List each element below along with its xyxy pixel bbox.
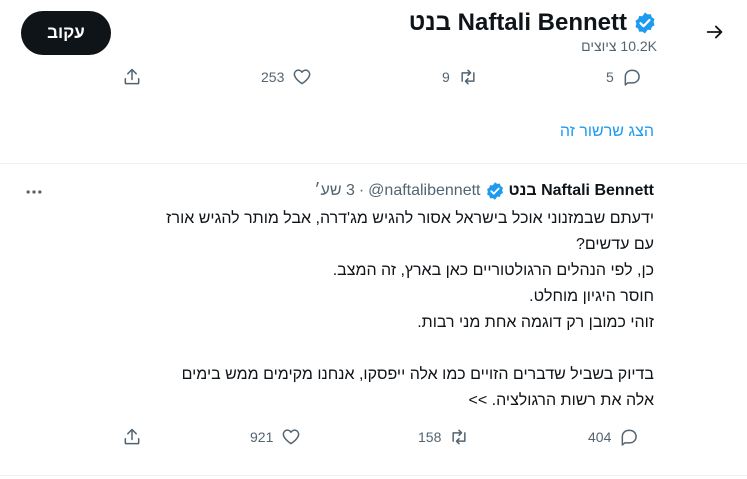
tweet-author-name[interactable]: Naftali Bennett בנט <box>509 182 655 200</box>
share-icon <box>124 428 140 445</box>
share-button[interactable] <box>122 65 142 89</box>
verified-badge-icon <box>635 12 655 34</box>
heart-icon <box>282 429 300 445</box>
like-button[interactable]: 921 <box>250 425 301 449</box>
heart-icon <box>293 69 311 85</box>
retweet-button[interactable]: 158 <box>418 425 469 449</box>
share-icon <box>124 68 140 85</box>
like-button[interactable]: 253 <box>261 65 312 89</box>
tweet-count: 10.2K ציוצים <box>581 38 657 54</box>
reply-count: 404 <box>588 429 612 445</box>
reply-button[interactable]: 5 <box>606 65 642 89</box>
verified-badge-icon <box>486 182 503 200</box>
tweet-line: זוהי כמובן רק דוגמה אחת מני רבות. <box>417 314 654 331</box>
more-options-button[interactable] <box>22 180 46 204</box>
share-button[interactable] <box>122 425 142 449</box>
like-count: 921 <box>250 429 274 445</box>
header-titles: Naftali Bennett בנט 10.2K ציוצים <box>409 8 657 54</box>
retweet-button[interactable]: 9 <box>442 65 478 89</box>
back-button[interactable] <box>701 18 729 46</box>
like-count: 253 <box>261 69 285 85</box>
show-thread-link[interactable]: הצג שרשור זה <box>560 123 654 141</box>
more-horizontal-icon <box>26 190 42 194</box>
divider <box>0 475 747 476</box>
profile-header: Naftali Bennett בנט 10.2K ציוצים עקוב <box>0 0 747 64</box>
tweet-author-handle[interactable]: @naftalibennett <box>368 182 480 200</box>
tweet-line: ידעתם שבמזנוני אוכל בישראל אסור להגיש מג… <box>166 210 654 227</box>
reply-icon <box>621 429 638 446</box>
tweet-actions: 921 158 404 <box>0 425 747 449</box>
tweet-line: חוסר היגיון מוחלט. <box>529 288 654 305</box>
tweet-header: Naftali Bennett בנט @naftalibennett · 3 … <box>314 181 654 201</box>
divider <box>0 163 747 164</box>
tweet-line: עם עדשים? <box>575 236 654 253</box>
header-name-row: Naftali Bennett בנט <box>409 8 657 38</box>
tweet-line <box>34 336 654 362</box>
retweet-icon <box>461 69 475 85</box>
tweet-line: אלה את רשות הרגולציה. >> <box>468 392 654 409</box>
reply-count: 5 <box>606 69 614 85</box>
prev-tweet-actions: 253 9 5 <box>0 65 747 89</box>
reply-button[interactable]: 404 <box>588 425 639 449</box>
tweet-line: כן, לפי הנהלים הרגולטוריים כאן בארץ, זה … <box>332 262 654 279</box>
tweet-timestamp[interactable]: 3 שע׳ <box>314 182 355 200</box>
retweet-count: 9 <box>442 69 450 85</box>
follow-button[interactable]: עקוב <box>21 11 111 55</box>
tweet-line: בדיוק בשביל שדברים הזויים כמו אלה ייפסקו… <box>181 366 654 383</box>
retweet-count: 158 <box>418 429 442 445</box>
separator-dot: · <box>358 182 365 199</box>
header-name: Naftali Bennett בנט <box>408 9 627 36</box>
tweet-text: ידעתם שבמזנוני אוכל בישראל אסור להגיש מג… <box>34 206 654 414</box>
reply-icon <box>624 69 640 86</box>
arrow-right-icon <box>706 25 723 39</box>
retweet-icon <box>452 429 466 445</box>
